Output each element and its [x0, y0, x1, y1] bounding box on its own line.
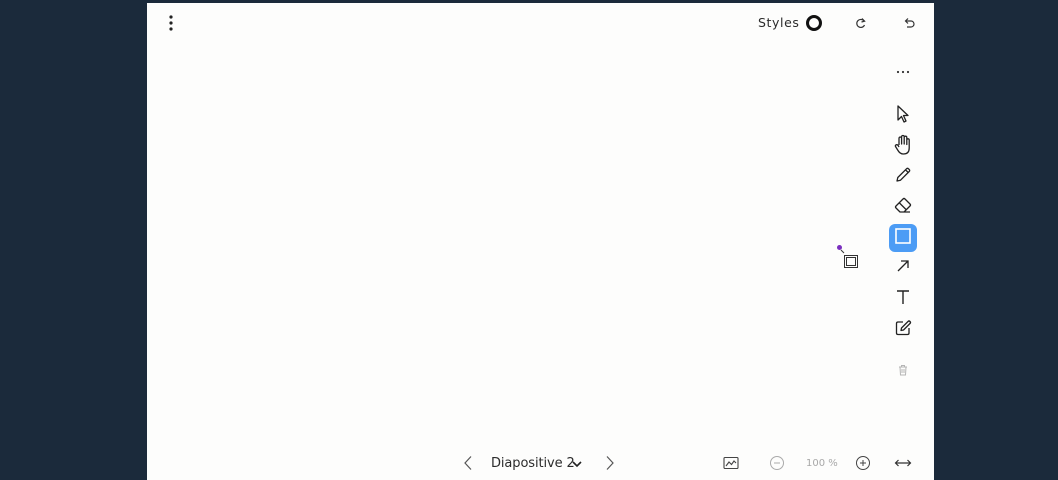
- edit-note-icon: [894, 319, 912, 342]
- cursor-arrow-icon: [894, 104, 912, 129]
- pencil-icon: [894, 166, 912, 189]
- next-slide-button[interactable]: [603, 454, 617, 472]
- arrow-icon: [895, 258, 911, 279]
- chevron-down-icon[interactable]: [571, 458, 583, 470]
- square-icon: [894, 227, 912, 250]
- previous-slide-button[interactable]: [461, 454, 475, 472]
- redo-icon[interactable]: [853, 15, 869, 31]
- trash-icon: [897, 363, 909, 381]
- fit-width-icon[interactable]: [893, 454, 913, 472]
- tool-note[interactable]: [889, 316, 917, 344]
- slide-selector[interactable]: Diapositive 2: [491, 456, 575, 471]
- eraser-icon: [893, 197, 913, 220]
- whiteboard-canvas[interactable]: Styles Diapositive 2 100 %: [147, 3, 934, 480]
- tool-arrow[interactable]: [889, 254, 917, 282]
- chevron-left-icon: [463, 455, 473, 471]
- tool-select[interactable]: [889, 102, 917, 130]
- chevron-right-icon: [605, 455, 615, 471]
- tool-rectangle[interactable]: [889, 224, 917, 252]
- more-horizontal-icon[interactable]: [893, 65, 913, 79]
- zoom-out-icon[interactable]: [768, 454, 786, 472]
- hand-icon: [893, 134, 913, 161]
- text-icon: [895, 288, 911, 311]
- rectangle-cursor-icon: [840, 249, 860, 274]
- tool-pan[interactable]: [889, 133, 917, 161]
- zoom-in-icon[interactable]: [854, 454, 872, 472]
- more-vertical-icon[interactable]: [163, 13, 179, 33]
- styles-button[interactable]: Styles: [758, 15, 800, 30]
- tool-eraser[interactable]: [889, 194, 917, 222]
- tool-text[interactable]: [889, 285, 917, 313]
- zoom-level: 100 %: [806, 458, 838, 469]
- undo-icon[interactable]: [901, 15, 917, 31]
- tool-delete[interactable]: [889, 358, 917, 386]
- circle-outline-icon[interactable]: [804, 13, 824, 33]
- minimap-icon[interactable]: [722, 454, 740, 472]
- tool-draw[interactable]: [889, 163, 917, 191]
